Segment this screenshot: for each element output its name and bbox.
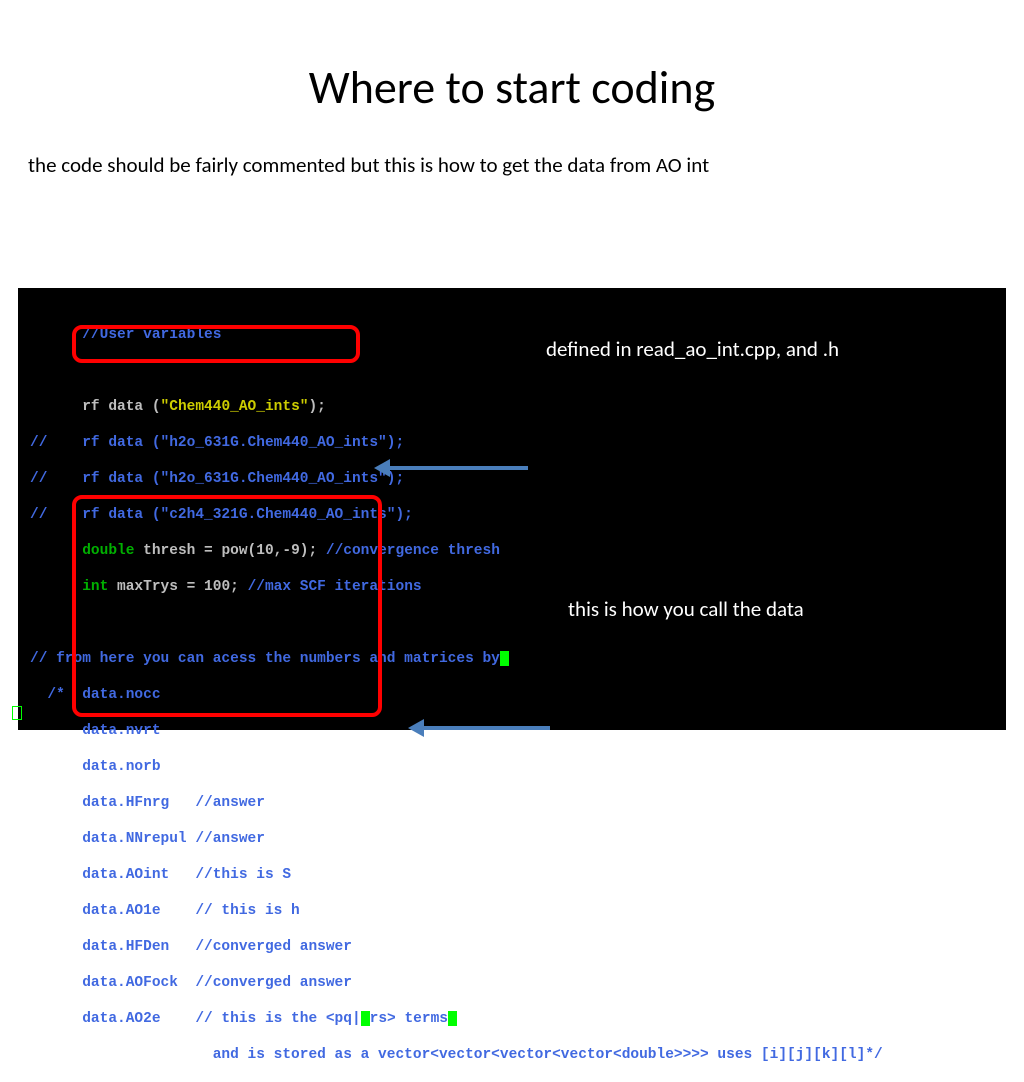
slide-title: Where to start coding — [0, 60, 1024, 116]
code-comment: data.AO2e // this is the <pq| — [30, 1011, 361, 1027]
code-text: ); — [308, 399, 325, 415]
slide-subtitle: the code should be fairly commented but … — [28, 152, 1024, 178]
code-comment: // from here you can acess the numbers a… — [30, 651, 500, 667]
code-comment: data.HFnrg //answer — [30, 795, 265, 811]
code-text: thresh = pow(10,-9); — [134, 543, 325, 559]
code-comment: //max SCF iterations — [248, 579, 422, 595]
annotation-label: defined in read_ao_int.cpp, and .h — [546, 336, 839, 362]
cursor-icon — [500, 651, 509, 666]
code-comment: // rf data ("c2h4_321G.Chem440_AO_ints")… — [30, 507, 413, 523]
code-comment: //convergence thresh — [326, 543, 500, 559]
cursor-box-icon — [12, 706, 22, 720]
code-comment: data.NNrepul //answer — [30, 831, 265, 847]
code-comment: data.norb — [30, 759, 161, 775]
code-comment: rs> terms — [370, 1011, 448, 1027]
code-comment: //User variables — [82, 327, 221, 343]
code-comment: data.HFDen //converged answer — [30, 939, 352, 955]
cursor-icon — [361, 1011, 370, 1026]
cursor-icon — [448, 1011, 457, 1026]
code-comment: data.AOFock //converged answer — [30, 975, 352, 991]
code-string: "Chem440_AO_ints" — [161, 399, 309, 415]
code-comment: // rf data ("h2o_631G.Chem440_AO_ints"); — [30, 435, 404, 451]
code-screenshot: //User variables rf data ("Chem440_AO_in… — [18, 288, 1006, 730]
code-comment: data.AO1e // this is h — [30, 903, 300, 919]
code-keyword: double — [82, 543, 134, 559]
code-text: maxTrys = 100; — [108, 579, 247, 595]
code-keyword: int — [82, 579, 108, 595]
code-comment: /* data.nocc — [30, 687, 161, 703]
code-comment: and is stored as a vector<vector<vector<… — [30, 1047, 883, 1063]
code-text: rf data ( — [82, 399, 160, 415]
code-comment: data.nvrt — [30, 723, 161, 739]
code-comment: data.AOint //this is S — [30, 867, 291, 883]
code-comment: // rf data ("h2o_631G.Chem440_AO_ints"); — [30, 471, 404, 487]
annotation-label: this is how you call the data — [568, 596, 804, 622]
